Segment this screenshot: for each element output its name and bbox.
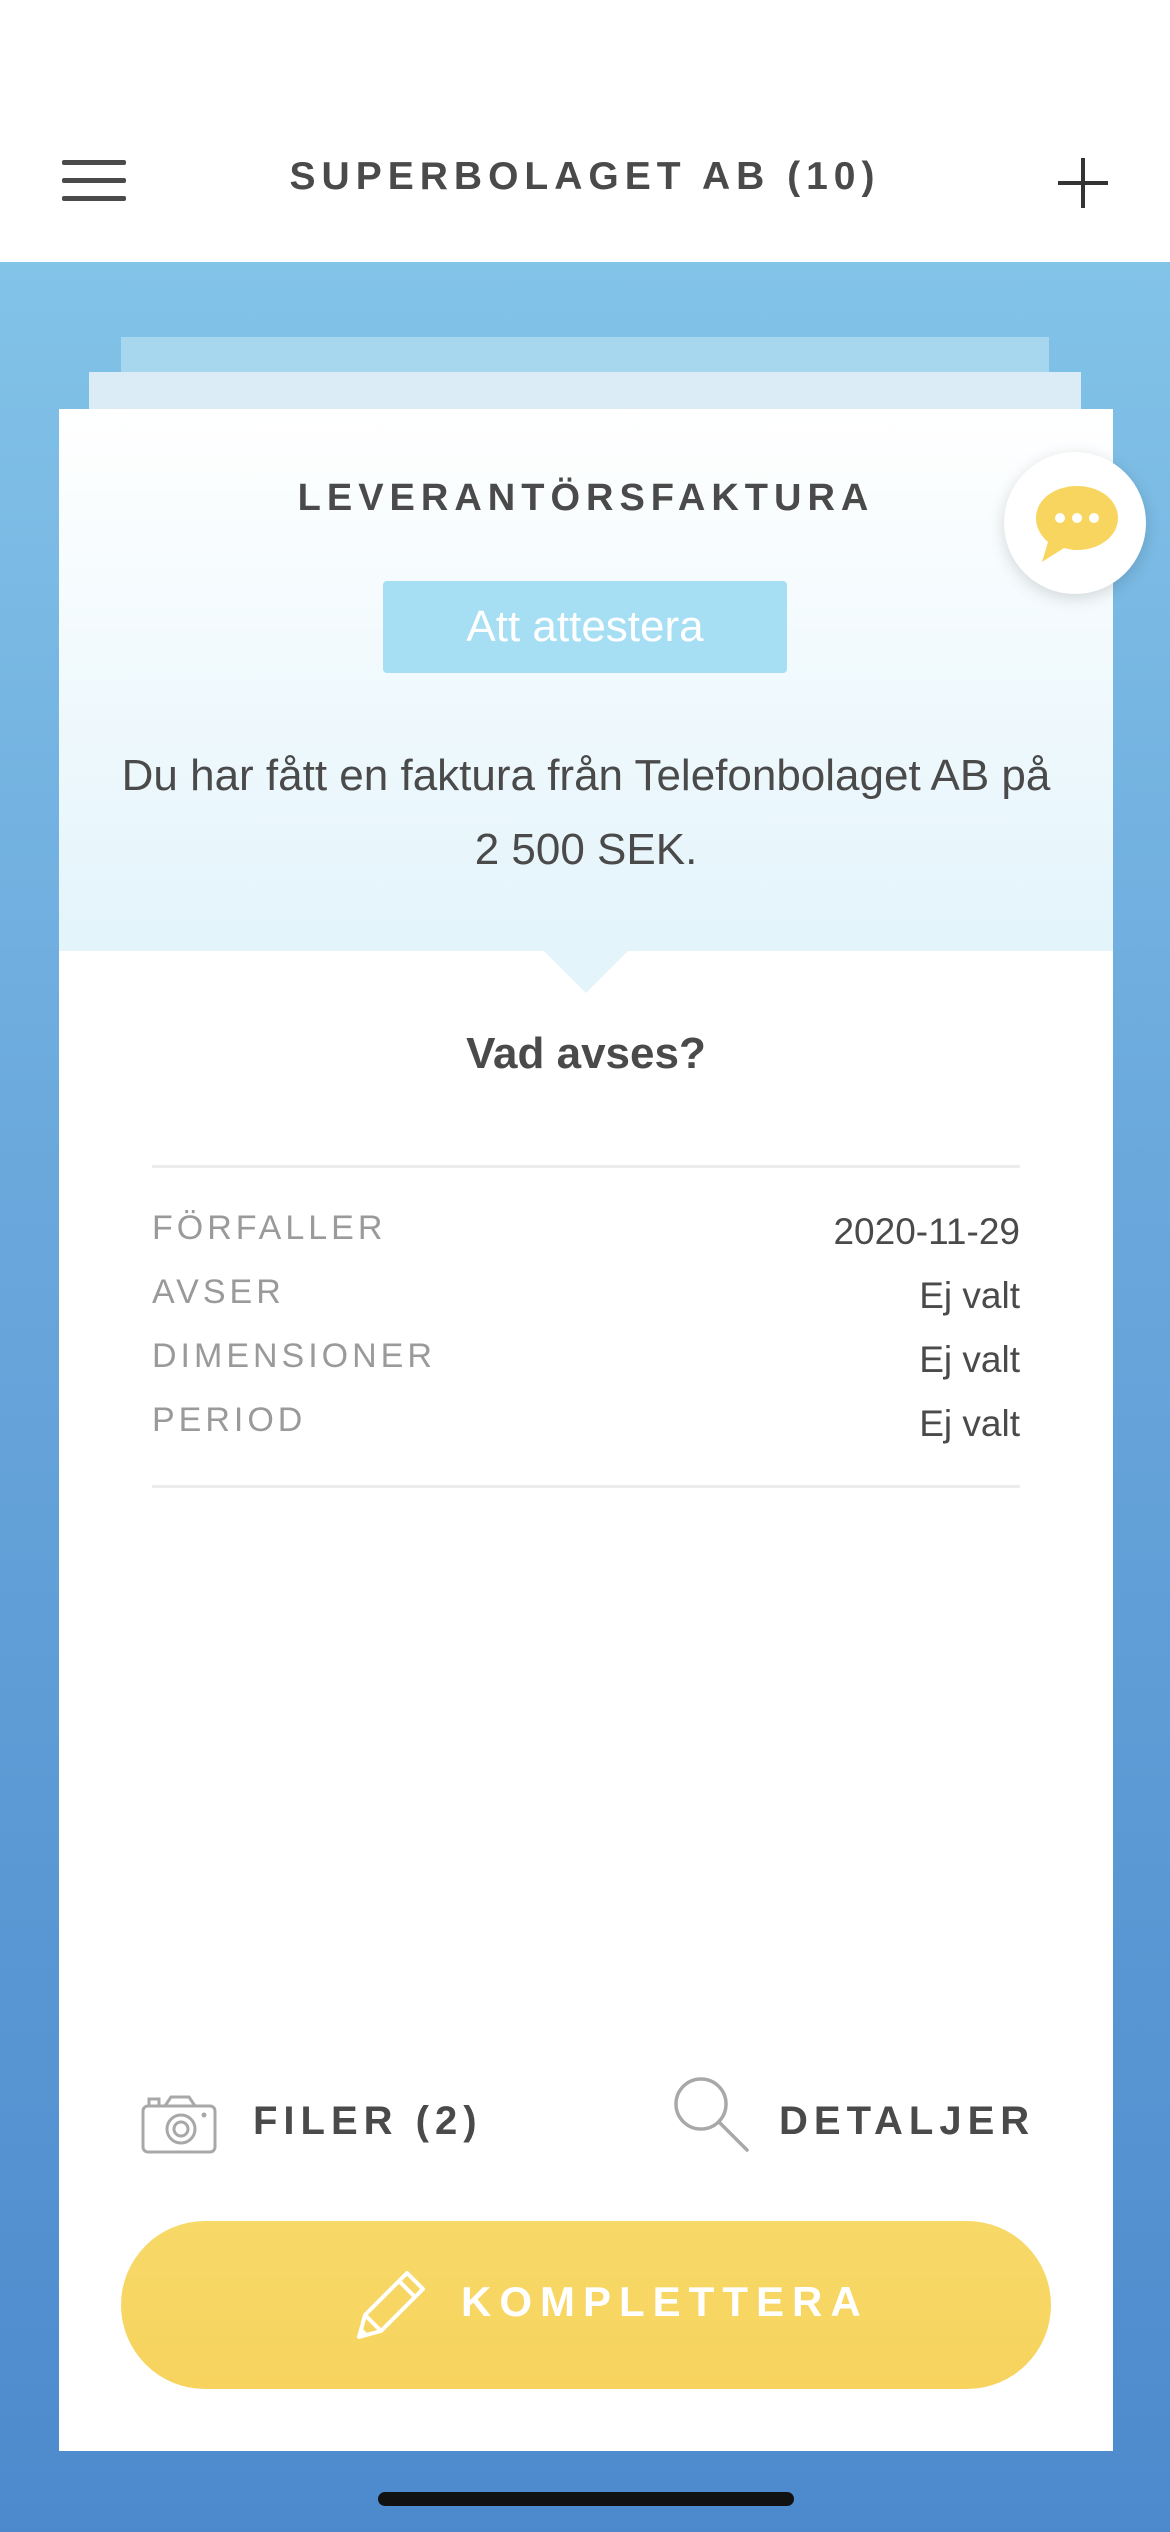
pencil-icon (357, 2271, 425, 2339)
details-label: DETALJER (779, 2099, 1036, 2143)
card-title: LEVERANTÖRSFAKTURA (297, 477, 875, 519)
status-badge: Att attestera (383, 581, 787, 673)
invoice-message: Du har fått en faktura från Telefonbolag… (121, 751, 1051, 874)
detail-label: PERIOD (152, 1401, 307, 1439)
detail-value: Ej valt (919, 1275, 1020, 1316)
detail-value: Ej valt (919, 1339, 1020, 1380)
home-indicator (378, 2492, 794, 2506)
card-notch (543, 950, 629, 993)
detail-value: 2020-11-29 (833, 1211, 1020, 1252)
section-title: Vad avses? (466, 1029, 706, 1078)
divider-top (152, 1165, 1020, 1168)
files-button[interactable]: FILER (2) (141, 2079, 477, 2169)
detail-value: Ej valt (919, 1403, 1020, 1444)
details-button[interactable]: DETALJER (671, 2074, 1051, 2164)
chat-button[interactable] (1004, 452, 1146, 594)
camera-icon (141, 2095, 217, 2154)
complete-label: KOMPLETTERA (461, 2278, 869, 2325)
company-title[interactable]: SUPERBOLAGET AB (10) (0, 155, 1170, 199)
files-label: FILER (2) (253, 2099, 483, 2143)
search-icon (674, 2077, 749, 2152)
detail-row-due-date: FÖRFALLER 2020-11-29 (152, 1209, 1020, 1273)
complete-button[interactable]: KOMPLETTERA (121, 2221, 1051, 2389)
detail-label: AVSER (152, 1273, 285, 1311)
app-header: SUPERBOLAGET AB (10) (0, 0, 1170, 262)
detail-label: DIMENSIONER (152, 1337, 436, 1375)
plus-icon[interactable] (1058, 158, 1108, 208)
detail-row-regarding: AVSER Ej valt (152, 1273, 1020, 1337)
detail-row-period: PERIOD Ej valt (152, 1401, 1020, 1465)
chat-bubble-icon (1036, 486, 1118, 562)
detail-row-dimensions: DIMENSIONER Ej valt (152, 1337, 1020, 1401)
divider-bottom (152, 1485, 1020, 1488)
screen: SUPERBOLAGET AB (10) LEVERANTÖRSFAKTURA … (0, 0, 1170, 2532)
detail-label: FÖRFALLER (152, 1209, 387, 1247)
invoice-card: LEVERANTÖRSFAKTURA Att attestera Du har … (59, 409, 1113, 2451)
